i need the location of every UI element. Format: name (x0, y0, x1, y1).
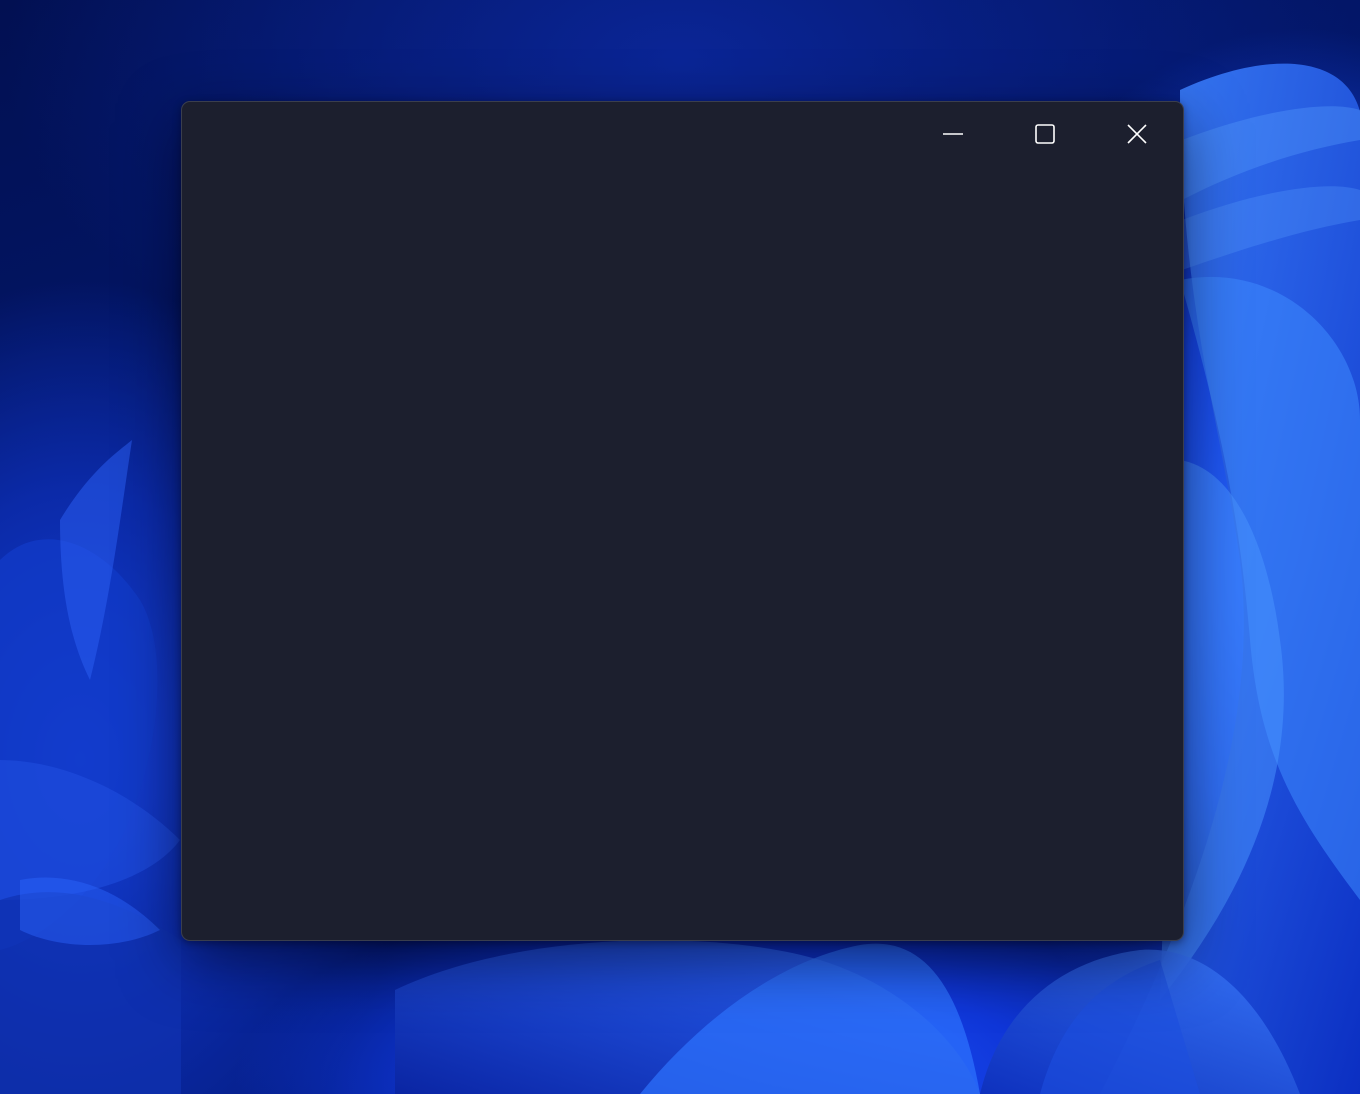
minimize-button[interactable] (907, 102, 999, 166)
title-bar[interactable] (182, 102, 1183, 166)
maximize-button[interactable] (999, 102, 1091, 166)
maximize-icon (1035, 124, 1055, 144)
close-icon (1127, 124, 1147, 144)
desktop: { "desktop": { "wallpaper": "windows-11-… (0, 0, 1360, 1094)
app-window (181, 101, 1184, 941)
close-button[interactable] (1091, 102, 1183, 166)
window-content (182, 166, 1183, 940)
minimize-icon (943, 133, 963, 135)
